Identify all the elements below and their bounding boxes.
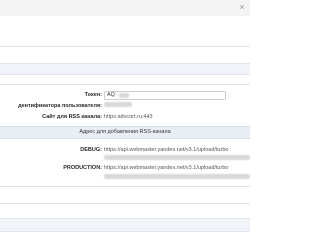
empty-row xyxy=(0,63,250,75)
divider xyxy=(0,84,250,85)
redacted-value xyxy=(104,102,132,108)
user-id-label: дентификатора пользователя: xyxy=(18,103,102,109)
redacted-value xyxy=(104,155,250,160)
rss-section-title: Адрес для добавления RSS-канала xyxy=(79,129,171,135)
redacted-value xyxy=(119,93,129,98)
rss-site-value: https:advcort.ru:443 xyxy=(104,114,153,120)
empty-row xyxy=(0,218,250,232)
debug-url[interactable]: https://api.webmaster.yandex.net/v3.1/up… xyxy=(104,147,228,153)
user-id-value xyxy=(104,102,132,108)
token-input[interactable]: AQ xyxy=(104,91,226,100)
redacted-value xyxy=(104,174,250,179)
settings-page: × Токен: AQ дентификатора пользователя: … xyxy=(0,0,250,250)
token-label: Токен: xyxy=(84,92,102,98)
divider xyxy=(0,186,250,187)
divider xyxy=(0,203,250,204)
rss-section-header: Адрес для добавления RSS-канала xyxy=(0,126,250,139)
token-value: AQ xyxy=(107,92,115,98)
divider xyxy=(0,46,250,47)
production-label: PRODUCTION: xyxy=(63,165,102,171)
top-bar: × xyxy=(0,0,250,16)
rss-site-label: Сайт для RSS канала: xyxy=(42,114,102,120)
debug-label: DEBUG: xyxy=(80,147,102,153)
production-url[interactable]: https://api.webmaster.yandex.net/v3.1/up… xyxy=(104,165,228,171)
close-icon[interactable]: × xyxy=(237,2,247,12)
